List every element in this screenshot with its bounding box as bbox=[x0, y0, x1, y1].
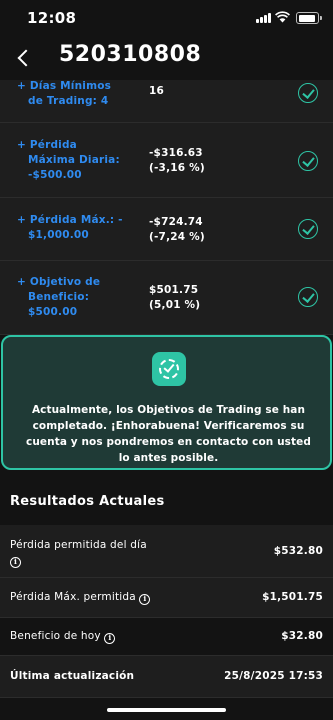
account-number-title: 520310808 bbox=[59, 42, 202, 67]
check-circle-icon bbox=[298, 219, 318, 239]
result-label: Beneficio de hoy i bbox=[10, 629, 116, 644]
objective-label[interactable]: + Objetivo de Beneficio: $500.00 bbox=[17, 275, 100, 320]
objective-value: -$316.63 (-3,16 %) bbox=[149, 147, 205, 174]
info-icon[interactable]: i bbox=[104, 633, 116, 644]
objective-row-min-trading-days: + Días Mínimos de Trading: 4 16 bbox=[0, 80, 333, 123]
objective-value: $501.75 (5,01 %) bbox=[149, 284, 201, 311]
results-section-title: Resultados Actuales bbox=[10, 494, 165, 509]
status-time: 12:08 bbox=[27, 9, 77, 27]
objective-row-profit-target: + Objetivo de Beneficio: $500.00 $501.75… bbox=[0, 261, 333, 335]
objective-value: -$724.74 (-7,24 %) bbox=[149, 216, 205, 243]
battery-icon bbox=[296, 12, 322, 24]
objective-row-max-loss: + Pérdida Máx.: - $1,000.00 -$724.74 (-7… bbox=[0, 198, 333, 261]
back-chevron-icon[interactable] bbox=[14, 44, 36, 72]
result-row-max-allowed-loss: Pérdida Máx. permitida i $1,501.75 bbox=[0, 578, 333, 618]
objective-label[interactable]: + Pérdida Máxima Diaria: -$500.00 bbox=[17, 138, 120, 183]
result-label: Pérdida Máx. permitida i bbox=[10, 590, 151, 605]
result-label: Última actualización bbox=[10, 670, 135, 682]
objective-value: 16 bbox=[149, 85, 165, 97]
check-circle-icon bbox=[298, 151, 318, 171]
result-value: $1,501.75 bbox=[262, 591, 323, 603]
app-header: 520310808 bbox=[0, 36, 333, 80]
home-indicator[interactable] bbox=[107, 708, 226, 712]
check-circle-icon bbox=[298, 287, 318, 307]
info-icon[interactable]: i bbox=[139, 594, 151, 605]
objective-label[interactable]: + Pérdida Máx.: - $1,000.00 bbox=[17, 213, 123, 243]
check-circle-icon bbox=[298, 83, 318, 103]
result-value: $32.80 bbox=[281, 630, 323, 642]
info-icon[interactable]: i bbox=[10, 557, 21, 568]
result-label: Pérdida permitida del día i bbox=[10, 539, 147, 568]
result-row-today-profit: Beneficio de hoy i $32.80 bbox=[0, 618, 333, 656]
status-bar: 12:08 bbox=[0, 0, 333, 36]
wifi-icon bbox=[275, 11, 290, 23]
objective-label[interactable]: + Días Mínimos de Trading: 4 bbox=[17, 79, 111, 109]
cellular-signal-icon bbox=[256, 13, 271, 23]
objectives-completed-card: Actualmente, los Objetivos de Trading se… bbox=[1, 335, 332, 470]
result-value: $532.80 bbox=[273, 545, 323, 557]
verified-badge-icon bbox=[152, 352, 186, 386]
result-value: 25/8/2025 17:53 bbox=[224, 670, 323, 682]
result-row-last-update: Última actualización 25/8/2025 17:53 bbox=[0, 656, 333, 698]
completion-message: Actualmente, los Objetivos de Trading se… bbox=[26, 404, 311, 464]
objective-row-max-daily-loss: + Pérdida Máxima Diaria: -$500.00 -$316.… bbox=[0, 123, 333, 198]
result-row-daily-allowed-loss: Pérdida permitida del día i $532.80 bbox=[0, 525, 333, 578]
